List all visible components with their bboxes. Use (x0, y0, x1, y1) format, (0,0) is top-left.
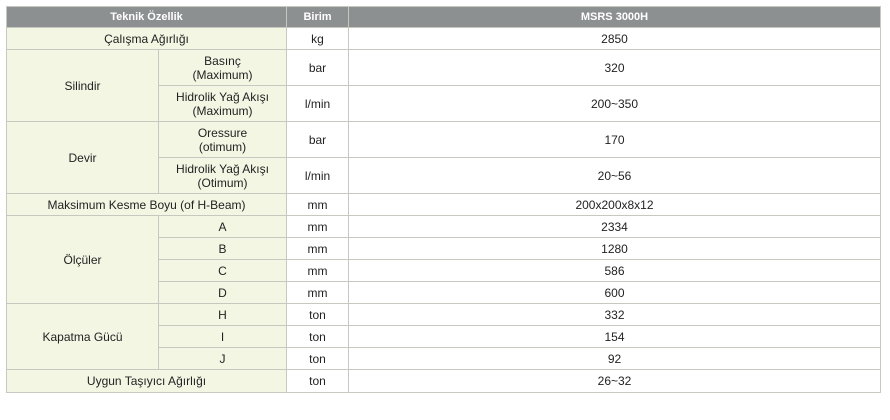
sub-label-line1: Hidrolik Yağ Akışı (176, 89, 269, 104)
sub-label: B (158, 237, 287, 260)
row-value: 170 (348, 121, 881, 158)
row-unit: mm (286, 237, 349, 260)
row-value: 154 (348, 325, 881, 348)
row-value: 2850 (348, 27, 881, 50)
row-unit: l/min (286, 157, 349, 194)
row-unit: bar (286, 121, 349, 158)
table-row: Uygun Taşıyıcı Ağırlığı ton 26~32 (6, 369, 881, 393)
header-feature: Teknik Özellik (6, 6, 287, 28)
row-unit: kg (286, 27, 349, 50)
row-unit: ton (286, 303, 349, 326)
sub-label: Hidrolik Yağ Akışı (Maximum) (158, 85, 287, 122)
header-unit: Birim (286, 6, 349, 28)
row-label-weight: Çalışma Ağırlığı (6, 27, 287, 50)
row-label-max-cut: Maksimum Kesme Boyu (of H-Beam) (6, 193, 287, 216)
sub-label: H (158, 303, 287, 326)
row-group-label-dimensions: Ölçüler (6, 215, 159, 304)
row-label-carrier: Uygun Taşıyıcı Ağırlığı (6, 369, 287, 393)
row-value: 320 (348, 49, 881, 86)
table-row: Çalışma Ağırlığı kg 2850 (6, 27, 881, 50)
table-row: Devir Oressure (otimum) bar 170 (6, 121, 881, 194)
row-value: 26~32 (348, 369, 881, 393)
spec-table-container: Teknik Özellik Birim MSRS 3000H Çalışma … (0, 0, 890, 393)
row-unit: ton (286, 347, 349, 370)
sub-label: J (158, 347, 287, 370)
spec-table: Teknik Özellik Birim MSRS 3000H Çalışma … (6, 6, 881, 393)
sub-label-line2: (Otimum) (197, 175, 248, 190)
row-unit: bar (286, 49, 349, 86)
row-unit: mm (286, 215, 349, 238)
row-unit: mm (286, 259, 349, 282)
sub-label-line2: (Maximum) (192, 67, 253, 82)
sub-label-line1: Hidrolik Yağ Akışı (176, 161, 269, 176)
row-value: 200~350 (348, 85, 881, 122)
row-unit: ton (286, 325, 349, 348)
sub-label: A (158, 215, 287, 238)
sub-label-line1: Oressure (197, 125, 248, 140)
row-group-label-rotation: Devir (6, 121, 159, 194)
sub-label: Oressure (otimum) (158, 121, 287, 158)
row-group-label-cylinder: Silindir (6, 49, 159, 122)
sub-label: C (158, 259, 287, 282)
sub-label: Hidrolik Yağ Akışı (Otimum) (158, 157, 287, 194)
row-value: 92 (348, 347, 881, 370)
sub-label: I (158, 325, 287, 348)
row-value: 586 (348, 259, 881, 282)
row-value: 600 (348, 281, 881, 304)
sub-label-line2: (otimum) (198, 139, 247, 154)
row-value: 332 (348, 303, 881, 326)
row-value: 1280 (348, 237, 881, 260)
sub-label: D (158, 281, 287, 304)
table-row: Silindir Basınç (Maximum) bar 320 (6, 49, 881, 122)
row-value: 200x200x8x12 (348, 193, 881, 216)
row-unit: mm (286, 193, 349, 216)
row-unit: ton (286, 369, 349, 393)
sub-label-line2: (Maximum) (192, 103, 253, 118)
sub-label-line1: Basınç (204, 53, 241, 68)
row-group-label-closing-force: Kapatma Gücü (6, 303, 159, 370)
row-unit: mm (286, 281, 349, 304)
sub-label: Basınç (Maximum) (158, 49, 287, 86)
row-value: 20~56 (348, 157, 881, 194)
row-unit: l/min (286, 85, 349, 122)
table-row: Ölçüler A mm 2334 (6, 215, 881, 304)
table-row: Kapatma Gücü H ton 332 (6, 303, 881, 370)
header-model: MSRS 3000H (348, 6, 881, 28)
row-value: 2334 (348, 215, 881, 238)
table-header-row: Teknik Özellik Birim MSRS 3000H (6, 6, 881, 28)
table-row: Maksimum Kesme Boyu (of H-Beam) mm 200x2… (6, 193, 881, 216)
